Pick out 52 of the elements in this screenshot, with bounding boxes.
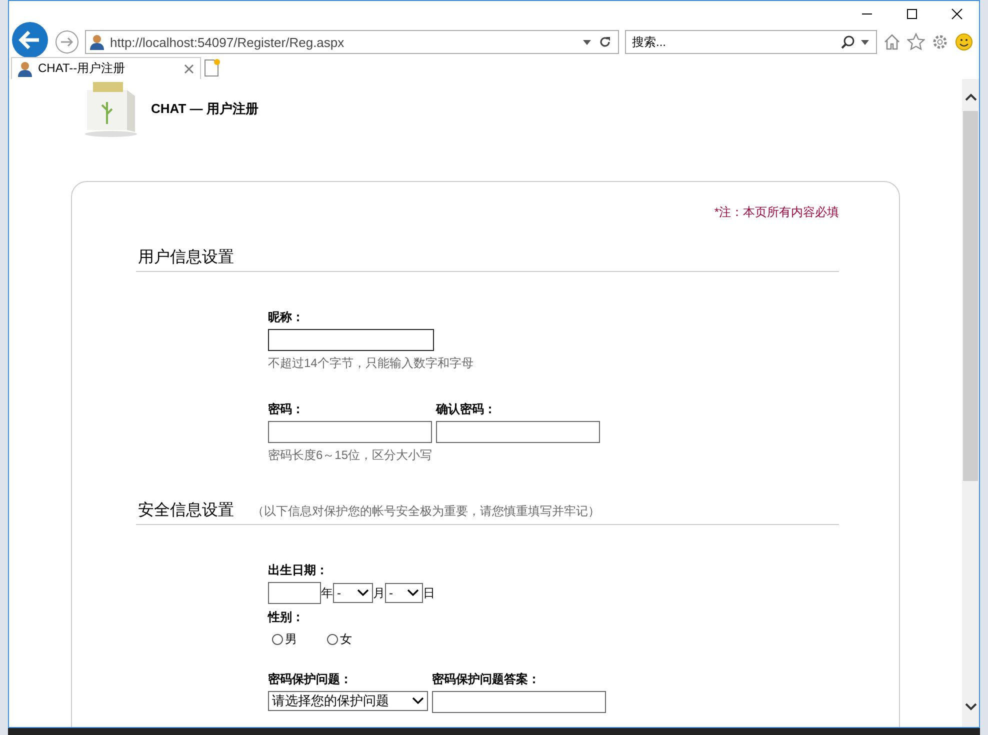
required-note: *注：本页所有内容必填 [713,204,839,221]
section-note: （以下信息对保护您的帐号安全极为重要，请您慎重填写并牢记） [252,503,600,520]
day-select[interactable]: - [385,583,423,603]
gender-radio[interactable]: 女 [327,631,352,648]
hint-text: 密码长度6～15位，区分大小写 [268,447,432,464]
field-label: 密码保护问题： [268,671,353,688]
field-label: 出生日期： [268,562,328,579]
smiley-icon[interactable] [955,33,973,51]
section-title: 用户信息设置 [138,248,234,268]
home-icon[interactable] [883,33,901,51]
search-field[interactable]: 搜索... [625,30,877,54]
confirm-password-input[interactable] [436,421,600,443]
dropdown-icon[interactable] [860,37,870,47]
unit-text: 年 [321,584,333,602]
hint-text: 不超过14个字节，只能输入数字和字母 [268,355,474,372]
chevron-icon [357,589,369,597]
search-icon[interactable] [841,35,855,49]
page-title: CHAT — 用户注册 [151,100,258,118]
field-label: 确认密码： [436,401,497,418]
section-title: 安全信息设置 [138,500,234,521]
chevron-icon [412,697,424,705]
year-input[interactable] [268,582,321,604]
month-select[interactable]: - [333,583,373,603]
refresh-icon[interactable] [598,35,612,49]
field-label: 昵称： [268,309,304,326]
question-select[interactable]: 请选择您的保护问题 [268,691,428,711]
star-icon[interactable] [907,33,925,51]
radio-icon[interactable] [327,634,338,645]
unit-text: 日 [423,584,435,602]
radio-icon[interactable] [272,634,283,645]
user-icon [90,34,104,50]
user-icon [18,60,32,76]
field-label: 密码： [268,401,305,418]
scroll-up-icon[interactable] [964,93,976,101]
field-label: 性别： [268,609,304,626]
new-tab-icon[interactable] [203,58,221,78]
answer-input[interactable] [432,691,606,713]
unit-text: 月 [373,584,385,602]
nickname-input[interactable] [268,329,434,351]
browser-tab[interactable]: CHAT--用户注册 [11,57,201,79]
field-label: 密码保护问题答案： [432,671,541,688]
address-bar[interactable]: http://localhost:54097/Register/Reg.aspx [85,30,619,54]
password-input[interactable] [268,421,432,443]
settings-icon[interactable] [931,33,949,51]
scrollbar[interactable] [962,79,979,727]
gender-radio[interactable]: 男 [272,631,297,648]
forward-icon[interactable] [55,30,79,54]
url-text: http://localhost:54097/Register/Reg.aspx [110,34,346,50]
scroll-down-icon[interactable] [964,703,976,711]
dropdown-icon[interactable] [582,37,592,47]
chevron-icon [407,589,419,597]
back-icon[interactable] [11,21,49,59]
